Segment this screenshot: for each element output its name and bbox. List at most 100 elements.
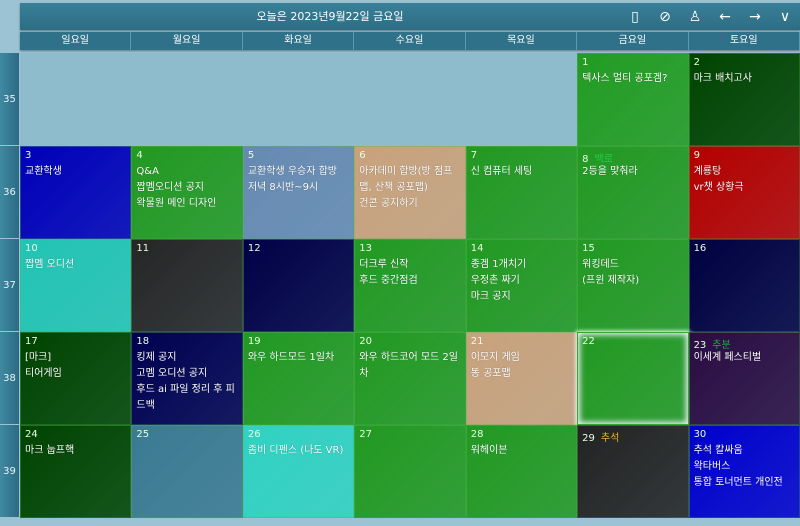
event-item[interactable]: 2등을 맞춰라 bbox=[582, 164, 683, 180]
event-item[interactable]: [마크] bbox=[25, 350, 126, 366]
day-cell[interactable]: 2 마크 배치고사 bbox=[688, 53, 800, 146]
event-item[interactable]: 왁타버스 bbox=[694, 459, 795, 475]
event-item[interactable]: 추석 칼싸움 bbox=[694, 443, 795, 459]
event-item[interactable]: 저녁 8시반~9시 bbox=[248, 180, 349, 196]
day-number: 30 bbox=[694, 429, 795, 443]
day-cell[interactable]: 18 킹제 공지 고멤 오디션 공지 후드 ai 파일 정리 후 피드백 bbox=[131, 332, 243, 425]
chevron-down-icon[interactable]: ∨ bbox=[776, 8, 794, 26]
event-item[interactable]: 짭멤 오디션 bbox=[25, 257, 126, 273]
week-number: 36 bbox=[0, 146, 19, 238]
day-cell[interactable]: 13 더크루 신작 후드 중간점검 bbox=[354, 239, 466, 332]
day-cell[interactable]: 21 이모지 게임 똥 공포맵 bbox=[465, 332, 578, 425]
event-item[interactable]: 우정촌 짜기 bbox=[471, 273, 572, 289]
event-item[interactable]: 계룡탕 bbox=[694, 164, 795, 180]
week-number: 38 bbox=[0, 332, 19, 424]
event-item[interactable]: 킹제 공지 bbox=[136, 350, 237, 366]
day-cell[interactable]: 7 신 컴퓨터 세팅 bbox=[465, 146, 578, 239]
event-item[interactable]: 똥 공포맵 bbox=[471, 366, 572, 382]
day-number: 4 bbox=[136, 150, 237, 164]
event-item[interactable]: vr챗 상황극 bbox=[694, 180, 795, 196]
event-item[interactable]: 왁물원 메인 디자인 bbox=[136, 196, 237, 212]
day-number-text: 17 bbox=[25, 336, 38, 347]
event-item[interactable]: 와우 하드모드 1일차 bbox=[248, 350, 349, 366]
event-item[interactable]: 후드 중간점검 bbox=[359, 273, 460, 289]
day-number-text: 6 bbox=[359, 150, 366, 161]
day-number: 10 bbox=[25, 243, 126, 257]
title-bar: 오늘은 2023년9월22일 금요일 ▯ ⊘ ♙ ← → ∨ bbox=[20, 3, 800, 30]
event-item[interactable]: 후드 ai 파일 정리 후 피드백 bbox=[136, 382, 237, 414]
event-item[interactable]: 티어게임 bbox=[25, 366, 126, 382]
day-cell[interactable]: 4 Q&A 짭멤오디션 공지 왁물원 메인 디자인 bbox=[131, 146, 243, 239]
phone-icon[interactable]: ▯ bbox=[626, 8, 644, 26]
day-cell[interactable]: 6 아카데미 합방(방 점프맵, 산책 공포맵) 건콘 공지하기 bbox=[354, 146, 466, 239]
day-cell[interactable]: 25 bbox=[131, 425, 243, 518]
day-cell[interactable]: 5 교환학생 우승자 합방 저녁 8시반~9시 bbox=[242, 146, 355, 239]
day-number-text: 11 bbox=[136, 243, 150, 254]
event-item[interactable]: 교환학생 bbox=[25, 164, 126, 180]
arrow-left-icon[interactable]: ← bbox=[716, 8, 734, 26]
event-item[interactable]: 신 컴퓨터 세팅 bbox=[471, 164, 572, 180]
day-number: 26 bbox=[248, 429, 349, 443]
day-cell[interactable]: 16 bbox=[688, 239, 800, 332]
event-item[interactable]: 좀비 디펜스 (나도 VR) bbox=[248, 443, 349, 459]
day-number: 19 bbox=[248, 336, 349, 350]
event-item[interactable]: 더크루 신작 bbox=[359, 257, 460, 273]
event-item[interactable]: 교환학생 우승자 합방 bbox=[248, 164, 349, 180]
day-number: 29 추석 bbox=[582, 429, 683, 444]
event-item[interactable]: 와우 하드코어 모드 2일차 bbox=[359, 350, 460, 382]
day-number-text: 24 bbox=[25, 429, 38, 440]
day-number-text: 14 bbox=[470, 243, 484, 254]
event-item[interactable]: 워킹데드 bbox=[582, 257, 683, 273]
day-number: 6 bbox=[359, 150, 460, 164]
event-item[interactable]: 짭멤오디션 공지 bbox=[136, 180, 237, 196]
day-cell[interactable]: 20 와우 하드코어 모드 2일차 bbox=[354, 332, 466, 425]
event-item[interactable]: 마크 공지 bbox=[471, 289, 572, 305]
cloud-check-icon[interactable]: ⊘ bbox=[656, 8, 674, 26]
day-cell[interactable]: 9 계룡탕 vr챗 상황극 bbox=[688, 146, 800, 239]
event-item[interactable]: 워헤이븐 bbox=[471, 443, 572, 459]
day-cell[interactable]: 15 워킹데드 (프윈 제작자) bbox=[577, 239, 689, 332]
day-number: 22 bbox=[582, 336, 683, 350]
event-item[interactable]: 종겜 1개치기 bbox=[471, 257, 572, 273]
day-number-text: 25 bbox=[136, 429, 150, 440]
event-item[interactable]: 마크 배치고사 bbox=[694, 71, 795, 87]
day-cell[interactable]: 30 추석 칼싸움 왁타버스 통합 토너먼트 개인전 bbox=[688, 425, 800, 518]
user-icon[interactable]: ♙ bbox=[686, 8, 704, 26]
event-item[interactable]: 통합 토너먼트 개인전 bbox=[694, 475, 795, 491]
day-cell[interactable]: 11 bbox=[131, 239, 243, 332]
day-cell[interactable]: 10 짭멤 오디션 bbox=[20, 239, 132, 332]
day-cell[interactable]: 22 bbox=[577, 332, 689, 425]
day-cell[interactable]: 3 교환학생 bbox=[20, 146, 132, 239]
day-cell[interactable]: 19 와우 하드모드 1일차 bbox=[242, 332, 355, 425]
day-cell[interactable]: 23 추분 이세계 페스티벌 bbox=[688, 332, 800, 425]
day-number-text: 7 bbox=[470, 150, 478, 161]
event-item[interactable]: (프윈 제작자) bbox=[582, 273, 683, 289]
weekday-sun: 일요일 bbox=[20, 32, 132, 50]
day-number-text: 18 bbox=[136, 336, 150, 347]
event-item[interactable]: 아카데미 합방(방 점프맵, 산책 공포맵) bbox=[359, 164, 460, 196]
day-cell[interactable]: 17 [마크] 티어게임 bbox=[20, 332, 132, 425]
event-item[interactable]: 건콘 공지하기 bbox=[359, 196, 460, 212]
day-cell[interactable]: 29 추석 bbox=[577, 425, 689, 518]
day-number-text: 21 bbox=[470, 336, 484, 347]
event-item[interactable]: 텍사스 멀티 공포겜? bbox=[582, 71, 683, 87]
day-cell[interactable]: 1 텍사스 멀티 공포겜? bbox=[577, 53, 689, 146]
day-number-text: 26 bbox=[247, 429, 261, 440]
event-item[interactable]: 이세계 페스티벌 bbox=[694, 350, 795, 366]
event-item[interactable]: 이모지 게임 bbox=[471, 350, 572, 366]
day-cell[interactable]: 8 백로 2등을 맞춰라 bbox=[577, 146, 689, 239]
day-number: 11 bbox=[136, 243, 237, 257]
event-item[interactable]: 고멤 오디션 공지 bbox=[136, 366, 237, 382]
event-item[interactable]: 마크 눕프핵 bbox=[25, 443, 126, 459]
day-cell[interactable]: 26 좀비 디펜스 (나도 VR) bbox=[242, 425, 355, 518]
event-item[interactable]: Q&A bbox=[136, 164, 237, 180]
day-number: 1 bbox=[582, 57, 683, 71]
day-cell[interactable]: 24 마크 눕프핵 bbox=[20, 425, 132, 518]
day-number: 8 백로 bbox=[582, 150, 683, 165]
arrow-right-icon[interactable]: → bbox=[746, 8, 764, 26]
day-cell[interactable]: 14 종겜 1개치기 우정촌 짜기 마크 공지 bbox=[465, 239, 578, 332]
day-number-text: 9 bbox=[693, 150, 700, 161]
day-cell[interactable]: 28 워헤이븐 bbox=[465, 425, 578, 518]
day-cell[interactable]: 12 bbox=[242, 239, 355, 332]
day-cell[interactable]: 27 bbox=[354, 425, 466, 518]
